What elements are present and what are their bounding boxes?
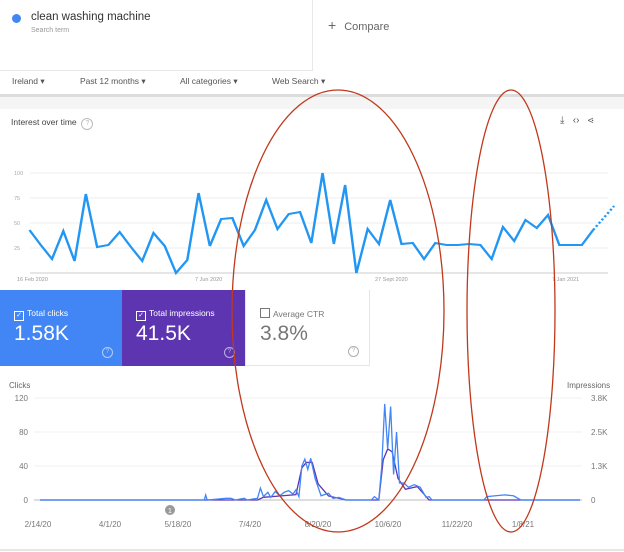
x-tick-label: 5/18/20 <box>165 520 192 529</box>
right-axis-title: Impressions <box>567 381 610 390</box>
right-tick-label: 3.8K <box>591 394 608 403</box>
annotation-marker-label: 1 <box>168 508 172 515</box>
share-icon[interactable]: ⋖ <box>588 115 594 126</box>
filter-search-type[interactable]: Web Search ▾ <box>272 76 325 87</box>
average-ctr-value: 3.8% <box>260 322 308 345</box>
search-term-box[interactable]: clean washing machine Search term <box>0 0 313 71</box>
series-color-dot <box>12 14 21 23</box>
x-tick-label: 4/1/20 <box>99 520 122 529</box>
left-axis-title: Clicks <box>9 381 30 390</box>
help-icon[interactable]: ? <box>224 347 235 358</box>
partial-data-line <box>592 205 616 231</box>
compare-label: Compare <box>344 21 390 33</box>
x-tick-label: 10/6/20 <box>375 520 402 529</box>
x-tick-label: 2/14/20 <box>25 520 52 529</box>
help-icon[interactable]: ? <box>81 118 94 130</box>
left-tick-label: 0 <box>24 496 29 505</box>
performance-chart: Clicks Impressions 0 0 40 1.3K 80 2.5K 120 3.8K 2/… <box>0 381 624 551</box>
y-tick-label: 25 <box>14 246 20 252</box>
section-title: Interest over time ? <box>11 117 94 130</box>
checkbox-checked-icon[interactable]: ✓ <box>136 311 146 321</box>
download-icon[interactable]: ⤓ <box>560 115 564 126</box>
x-tick-label: 16 Feb 2020 <box>17 277 48 283</box>
help-icon[interactable]: ? <box>348 346 359 357</box>
average-ctr-card[interactable]: Average CTR 3.8% ? <box>245 290 370 366</box>
right-tick-label: 0 <box>591 496 596 505</box>
checkbox-unchecked-icon[interactable] <box>260 308 270 318</box>
total-impressions-card[interactable]: ✓ Total impressions 41.5K ? <box>122 290 245 366</box>
x-tick-label: 27 Sept 2020 <box>375 277 408 283</box>
filter-region[interactable]: Ireland ▾ <box>12 76 45 87</box>
y-tick-label: 75 <box>14 196 20 202</box>
x-tick-label: 7/4/20 <box>239 520 262 529</box>
filter-category[interactable]: All categories ▾ <box>180 76 238 87</box>
left-tick-label: 120 <box>15 394 29 403</box>
x-tick-label: 7 Jan 2021 <box>552 277 579 283</box>
right-tick-label: 1.3K <box>591 462 608 471</box>
impressions-line <box>40 448 580 501</box>
left-tick-label: 80 <box>19 428 28 437</box>
help-icon[interactable]: ? <box>102 347 113 358</box>
total-clicks-value: 1.58K <box>14 322 69 345</box>
y-tick-label: 50 <box>14 221 20 227</box>
x-tick-label: 1/8/21 <box>512 520 535 529</box>
total-impressions-value: 41.5K <box>136 322 191 345</box>
x-tick-label: 8/20/20 <box>305 520 332 529</box>
filter-time[interactable]: Past 12 months ▾ <box>80 76 146 87</box>
clicks-line <box>40 403 580 502</box>
plus-icon: + <box>328 17 337 33</box>
x-tick-label: 7 Jun 2020 <box>195 277 222 283</box>
checkbox-checked-icon[interactable]: ✓ <box>14 311 24 321</box>
interest-over-time-chart: 25 50 75 100 16 Feb 2020 7 Jun 2020 27 Sept 20… <box>14 171 616 283</box>
filter-bar: Ireland ▾ Past 12 months ▾ All categorie… <box>0 70 624 97</box>
search-term-type: Search term <box>31 27 70 34</box>
divider <box>0 97 624 109</box>
right-tick-label: 2.5K <box>591 428 608 437</box>
chart-actions: ⤓ ‹› ⋖ <box>560 115 593 126</box>
total-clicks-card[interactable]: ✓ Total clicks 1.58K ? <box>0 290 123 366</box>
left-tick-label: 40 <box>19 462 28 471</box>
search-term: clean washing machine <box>31 11 151 23</box>
embed-code-icon[interactable]: ‹› <box>573 115 580 126</box>
x-tick-label: 11/22/20 <box>442 520 473 529</box>
y-tick-label: 100 <box>14 171 23 177</box>
compare-button[interactable]: + Compare <box>328 17 389 33</box>
